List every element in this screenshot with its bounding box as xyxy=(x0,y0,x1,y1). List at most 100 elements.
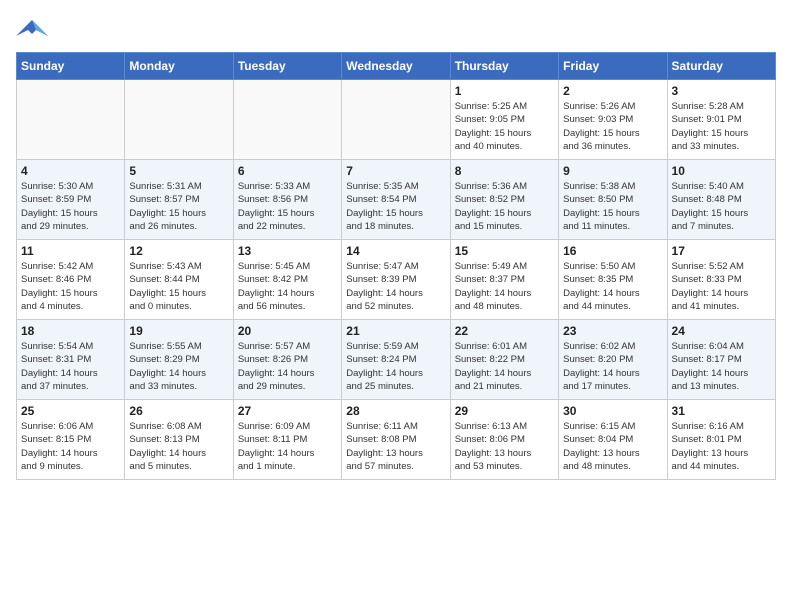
day-number: 31 xyxy=(672,404,771,418)
calendar-cell: 17 Sunrise: 5:52 AM Sunset: 8:33 PM Dayli… xyxy=(667,240,775,320)
day-info: Sunrise: 6:01 AM Sunset: 8:22 PM Dayligh… xyxy=(455,340,554,393)
day-header-friday: Friday xyxy=(559,53,667,80)
calendar-cell: 6 Sunrise: 5:33 AM Sunset: 8:56 PM Daylig… xyxy=(233,160,341,240)
calendar-cell: 5 Sunrise: 5:31 AM Sunset: 8:57 PM Daylig… xyxy=(125,160,233,240)
day-number: 4 xyxy=(21,164,120,178)
day-number: 22 xyxy=(455,324,554,338)
calendar-cell xyxy=(233,80,341,160)
day-number: 24 xyxy=(672,324,771,338)
day-info: Sunrise: 6:08 AM Sunset: 8:13 PM Dayligh… xyxy=(129,420,228,473)
day-info: Sunrise: 6:13 AM Sunset: 8:06 PM Dayligh… xyxy=(455,420,554,473)
calendar-cell: 1Sunrise: 5:25 AM Sunset: 9:05 PM Daylig… xyxy=(450,80,558,160)
day-number: 18 xyxy=(21,324,120,338)
day-info: Sunrise: 5:59 AM Sunset: 8:24 PM Dayligh… xyxy=(346,340,445,393)
calendar-cell xyxy=(17,80,125,160)
calendar-cell: 12Sunrise: 5:43 AM Sunset: 8:44 PM Dayli… xyxy=(125,240,233,320)
day-info: Sunrise: 6:06 AM Sunset: 8:15 PM Dayligh… xyxy=(21,420,120,473)
day-number: 13 xyxy=(238,244,337,258)
day-info: Sunrise: 6:15 AM Sunset: 8:04 PM Dayligh… xyxy=(563,420,662,473)
calendar-cell: 26 Sunrise: 6:08 AM Sunset: 8:13 PM Dayli… xyxy=(125,400,233,480)
day-number: 1 xyxy=(455,84,554,98)
day-header-tuesday: Tuesday xyxy=(233,53,341,80)
day-number: 10 xyxy=(672,164,771,178)
day-info: Sunrise: 5:31 AM Sunset: 8:57 PM Dayligh… xyxy=(129,180,228,233)
calendar-cell: 9Sunrise: 5:38 AM Sunset: 8:50 PM Daylig… xyxy=(559,160,667,240)
day-number: 8 xyxy=(455,164,554,178)
day-info: Sunrise: 5:54 AM Sunset: 8:31 PM Dayligh… xyxy=(21,340,120,393)
day-info: Sunrise: 5:49 AM Sunset: 8:37 PM Dayligh… xyxy=(455,260,554,313)
calendar-week-5: 25 Sunrise: 6:06 AM Sunset: 8:15 PM Dayli… xyxy=(17,400,776,480)
day-number: 3 xyxy=(672,84,771,98)
page-header xyxy=(16,16,776,44)
day-header-wednesday: Wednesday xyxy=(342,53,450,80)
calendar-cell: 8 Sunrise: 5:36 AM Sunset: 8:52 PM Daylig… xyxy=(450,160,558,240)
day-number: 27 xyxy=(238,404,337,418)
calendar-cell: 22 Sunrise: 6:01 AM Sunset: 8:22 PM Dayli… xyxy=(450,320,558,400)
calendar-cell: 21 Sunrise: 5:59 AM Sunset: 8:24 PM Dayli… xyxy=(342,320,450,400)
day-info: Sunrise: 5:45 AM Sunset: 8:42 PM Dayligh… xyxy=(238,260,337,313)
calendar-cell: 27Sunrise: 6:09 AM Sunset: 8:11 PM Dayli… xyxy=(233,400,341,480)
calendar-cell: 19Sunrise: 5:55 AM Sunset: 8:29 PM Dayli… xyxy=(125,320,233,400)
day-number: 12 xyxy=(129,244,228,258)
calendar-cell: 25 Sunrise: 6:06 AM Sunset: 8:15 PM Dayli… xyxy=(17,400,125,480)
day-number: 7 xyxy=(346,164,445,178)
day-info: Sunrise: 5:50 AM Sunset: 8:35 PM Dayligh… xyxy=(563,260,662,313)
calendar-cell: 13 Sunrise: 5:45 AM Sunset: 8:42 PM Dayli… xyxy=(233,240,341,320)
day-number: 21 xyxy=(346,324,445,338)
day-number: 23 xyxy=(563,324,662,338)
day-info: Sunrise: 5:40 AM Sunset: 8:48 PM Dayligh… xyxy=(672,180,771,233)
day-number: 5 xyxy=(129,164,228,178)
day-number: 6 xyxy=(238,164,337,178)
day-number: 25 xyxy=(21,404,120,418)
logo xyxy=(16,16,52,44)
day-number: 26 xyxy=(129,404,228,418)
calendar-cell: 11 Sunrise: 5:42 AM Sunset: 8:46 PM Dayli… xyxy=(17,240,125,320)
day-info: Sunrise: 5:30 AM Sunset: 8:59 PM Dayligh… xyxy=(21,180,120,233)
calendar-cell: 20 Sunrise: 5:57 AM Sunset: 8:26 PM Dayli… xyxy=(233,320,341,400)
calendar-cell: 24Sunrise: 6:04 AM Sunset: 8:17 PM Dayli… xyxy=(667,320,775,400)
day-number: 20 xyxy=(238,324,337,338)
day-number: 11 xyxy=(21,244,120,258)
day-info: Sunrise: 6:11 AM Sunset: 8:08 PM Dayligh… xyxy=(346,420,445,473)
day-number: 29 xyxy=(455,404,554,418)
calendar-cell xyxy=(125,80,233,160)
calendar-cell: 10 Sunrise: 5:40 AM Sunset: 8:48 PM Dayli… xyxy=(667,160,775,240)
day-info: Sunrise: 5:52 AM Sunset: 8:33 PM Dayligh… xyxy=(672,260,771,313)
day-number: 2 xyxy=(563,84,662,98)
day-info: Sunrise: 5:26 AM Sunset: 9:03 PM Dayligh… xyxy=(563,100,662,153)
day-number: 17 xyxy=(672,244,771,258)
calendar-cell: 3 Sunrise: 5:28 AM Sunset: 9:01 PM Daylig… xyxy=(667,80,775,160)
calendar-week-2: 4 Sunrise: 5:30 AM Sunset: 8:59 PM Daylig… xyxy=(17,160,776,240)
calendar-week-4: 18 Sunrise: 5:54 AM Sunset: 8:31 PM Dayli… xyxy=(17,320,776,400)
day-header-thursday: Thursday xyxy=(450,53,558,80)
day-number: 16 xyxy=(563,244,662,258)
day-info: Sunrise: 5:36 AM Sunset: 8:52 PM Dayligh… xyxy=(455,180,554,233)
calendar-cell: 7 Sunrise: 5:35 AM Sunset: 8:54 PM Daylig… xyxy=(342,160,450,240)
calendar-cell: 14Sunrise: 5:47 AM Sunset: 8:39 PM Dayli… xyxy=(342,240,450,320)
day-number: 9 xyxy=(563,164,662,178)
calendar-cell: 28 Sunrise: 6:11 AM Sunset: 8:08 PM Dayli… xyxy=(342,400,450,480)
calendar-header-row: SundayMondayTuesdayWednesdayThursdayFrid… xyxy=(17,53,776,80)
day-header-sunday: Sunday xyxy=(17,53,125,80)
day-info: Sunrise: 5:35 AM Sunset: 8:54 PM Dayligh… xyxy=(346,180,445,233)
logo-icon xyxy=(16,16,48,44)
calendar-cell: 4 Sunrise: 5:30 AM Sunset: 8:59 PM Daylig… xyxy=(17,160,125,240)
day-header-saturday: Saturday xyxy=(667,53,775,80)
day-info: Sunrise: 6:16 AM Sunset: 8:01 PM Dayligh… xyxy=(672,420,771,473)
day-info: Sunrise: 5:57 AM Sunset: 8:26 PM Dayligh… xyxy=(238,340,337,393)
day-number: 30 xyxy=(563,404,662,418)
calendar-cell: 30 Sunrise: 6:15 AM Sunset: 8:04 PM Dayli… xyxy=(559,400,667,480)
day-info: Sunrise: 5:47 AM Sunset: 8:39 PM Dayligh… xyxy=(346,260,445,313)
day-info: Sunrise: 5:28 AM Sunset: 9:01 PM Dayligh… xyxy=(672,100,771,153)
day-info: Sunrise: 5:33 AM Sunset: 8:56 PM Dayligh… xyxy=(238,180,337,233)
calendar-cell: 23 Sunrise: 6:02 AM Sunset: 8:20 PM Dayli… xyxy=(559,320,667,400)
day-info: Sunrise: 5:42 AM Sunset: 8:46 PM Dayligh… xyxy=(21,260,120,313)
day-number: 28 xyxy=(346,404,445,418)
day-info: Sunrise: 6:02 AM Sunset: 8:20 PM Dayligh… xyxy=(563,340,662,393)
day-header-monday: Monday xyxy=(125,53,233,80)
day-number: 19 xyxy=(129,324,228,338)
calendar-cell: 16 Sunrise: 5:50 AM Sunset: 8:35 PM Dayli… xyxy=(559,240,667,320)
calendar-cell: 18 Sunrise: 5:54 AM Sunset: 8:31 PM Dayli… xyxy=(17,320,125,400)
day-number: 15 xyxy=(455,244,554,258)
calendar-cell: 2 Sunrise: 5:26 AM Sunset: 9:03 PM Daylig… xyxy=(559,80,667,160)
